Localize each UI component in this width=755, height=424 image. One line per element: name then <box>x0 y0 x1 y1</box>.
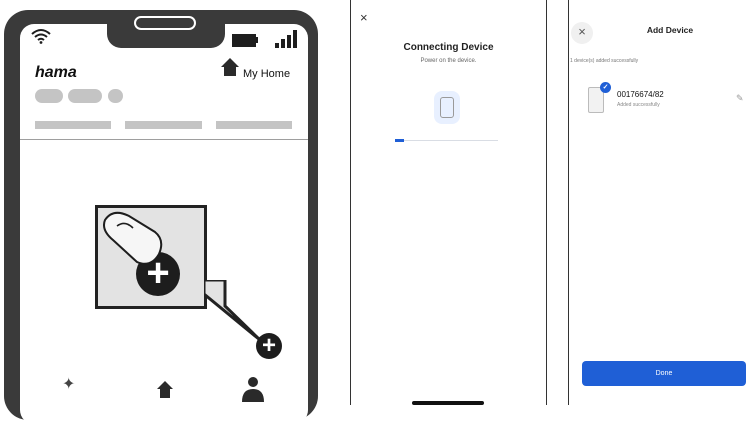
sparkle-icon: ✦ <box>62 376 76 393</box>
placeholder-pill <box>108 89 123 103</box>
home-label: My Home <box>243 68 291 80</box>
placeholder-bar <box>35 121 111 129</box>
done-button[interactable]: Done <box>582 361 746 386</box>
divider <box>20 139 308 140</box>
placeholder-pill <box>35 89 63 103</box>
signal-icon <box>275 30 297 48</box>
add-button: + <box>256 333 282 359</box>
edit-icon[interactable]: ✎ <box>736 93 744 104</box>
battery-tip <box>255 37 258 43</box>
placeholder-pill <box>68 89 102 103</box>
page-title: Connecting Device <box>403 42 494 53</box>
progress-track <box>395 140 498 141</box>
callout-pointer <box>195 278 265 351</box>
home-indicator <box>412 401 484 405</box>
device-name: 00176674/82 <box>617 90 664 99</box>
phone-speaker <box>134 16 196 30</box>
home-icon <box>220 57 240 82</box>
placeholder-bar <box>125 121 202 129</box>
device-icon <box>440 97 454 118</box>
finger-icon <box>103 210 173 279</box>
progress-fill <box>395 139 404 142</box>
page-subtitle: Power on the device. <box>420 58 477 64</box>
placeholder-bar <box>216 121 292 129</box>
person-icon <box>241 376 265 407</box>
wifi-icon <box>31 28 51 49</box>
success-note: 1 device(s) added successfully <box>570 58 639 64</box>
close-button[interactable]: × <box>576 24 588 39</box>
check-icon: ✓ <box>600 82 611 93</box>
brand-logo: hama <box>35 64 77 81</box>
device-status: Added successfully <box>617 102 660 108</box>
battery-icon <box>232 34 256 47</box>
nav-home-icon <box>156 380 174 403</box>
page-title: Add Device <box>646 25 694 35</box>
close-button[interactable]: × <box>360 10 368 25</box>
